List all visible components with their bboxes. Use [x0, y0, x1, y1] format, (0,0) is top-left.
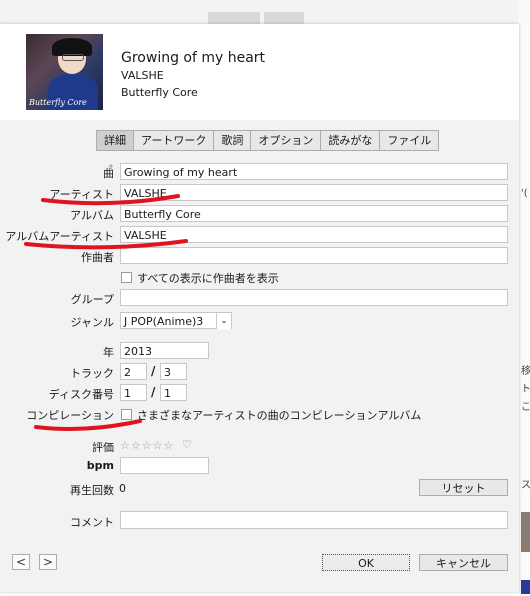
artist-underline — [41, 194, 180, 206]
compilation-underline — [34, 419, 142, 431]
red-annotation-overlay — [24, 194, 188, 431]
album-artist-underline — [24, 239, 188, 250]
